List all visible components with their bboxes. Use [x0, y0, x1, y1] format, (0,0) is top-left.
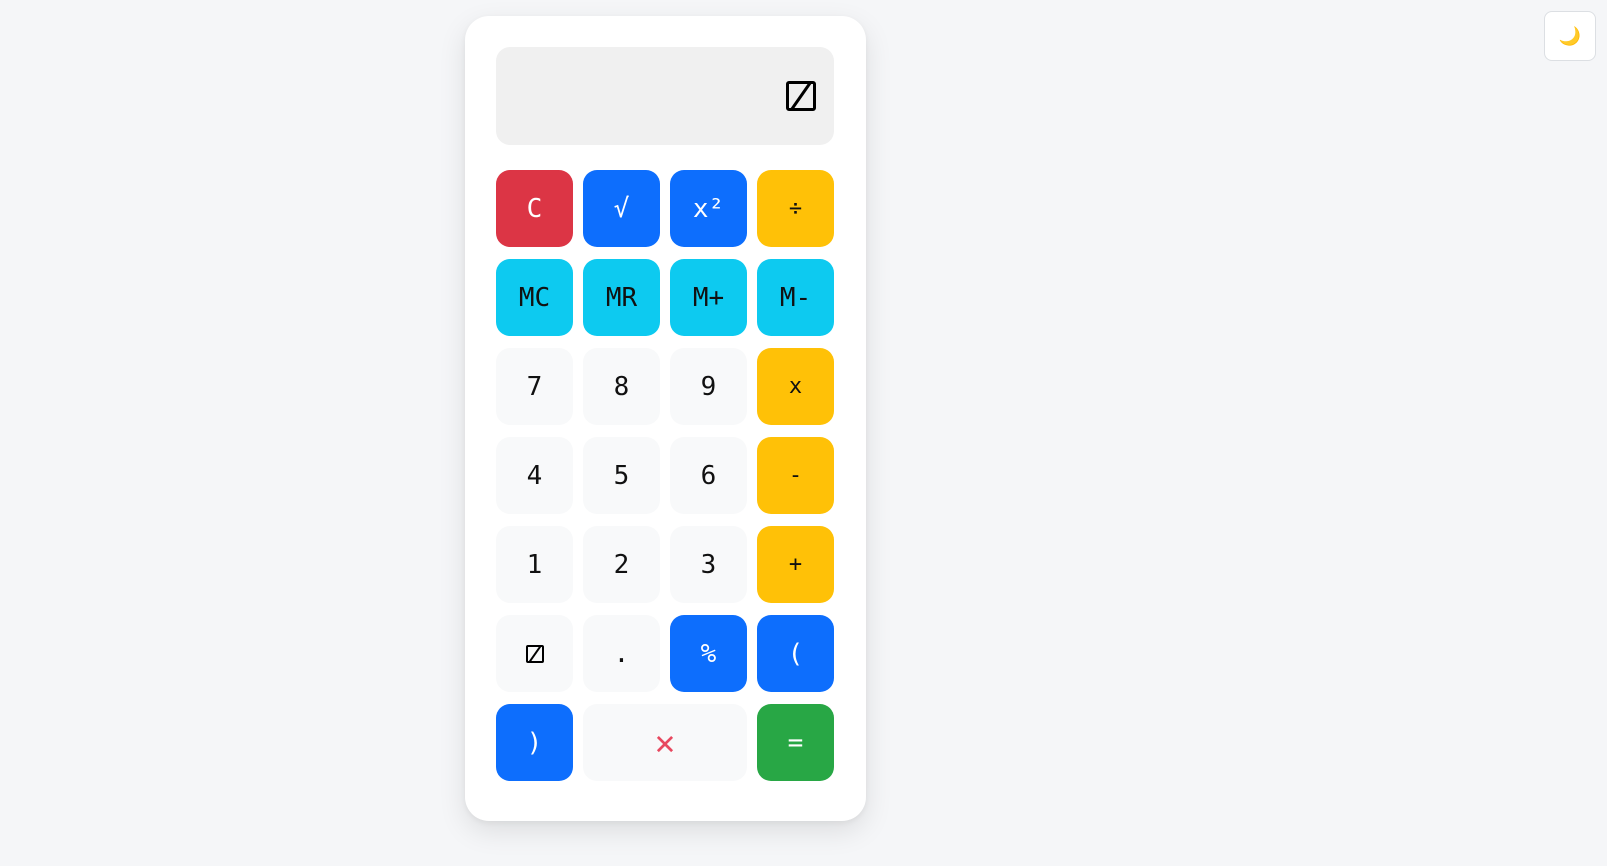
key-label: 9 [700, 371, 717, 402]
memory-clear-button[interactable]: MC [496, 259, 573, 336]
key-label: 3 [700, 549, 717, 580]
key-label: = [787, 727, 804, 758]
sqrt-button[interactable]: √ [583, 170, 660, 247]
key-label: 6 [700, 460, 717, 491]
key-label: + [788, 552, 803, 577]
digit-5-button[interactable]: 5 [583, 437, 660, 514]
memory-recall-button[interactable]: MR [583, 259, 660, 336]
open-paren-button[interactable]: ( [757, 615, 834, 692]
digit-8-button[interactable]: 8 [583, 348, 660, 425]
key-label: x [788, 374, 803, 399]
key-label: - [788, 463, 803, 488]
display-zero [786, 81, 816, 111]
memory-subtract-button[interactable]: M- [757, 259, 834, 336]
moon-icon: 🌙 [1558, 25, 1582, 47]
divide-button[interactable]: ÷ [757, 170, 834, 247]
close-paren-button[interactable]: ) [496, 704, 573, 781]
digit-2-button[interactable]: 2 [583, 526, 660, 603]
zero-glyph: 0 [525, 644, 544, 663]
key-label: M- [779, 282, 812, 313]
display [496, 47, 834, 145]
digit-9-button[interactable]: 9 [670, 348, 747, 425]
key-label: 2 [613, 549, 630, 580]
key-label: C [526, 193, 543, 224]
key-label: M+ [692, 282, 725, 313]
key-label: MR [605, 282, 638, 313]
percent-button[interactable]: % [670, 615, 747, 692]
key-label: 1 [526, 549, 543, 580]
subtract-button[interactable]: - [757, 437, 834, 514]
clear-button[interactable]: C [496, 170, 573, 247]
key-label: . [613, 638, 630, 669]
add-button[interactable]: + [757, 526, 834, 603]
multiply-button[interactable]: x [757, 348, 834, 425]
close-icon: ✕ [654, 722, 676, 763]
key-label: √ [613, 193, 630, 224]
key-label: 5 [613, 460, 630, 491]
decimal-button[interactable]: . [583, 615, 660, 692]
key-label: 4 [526, 460, 543, 491]
memory-add-button[interactable]: M+ [670, 259, 747, 336]
backspace-button[interactable]: ✕ [583, 704, 747, 781]
theme-toggle-button[interactable]: 🌙 [1544, 11, 1596, 61]
key-label: ÷ [788, 196, 803, 221]
square-button[interactable]: x² [670, 170, 747, 247]
digit-0-button[interactable]: 0 [496, 615, 573, 692]
key-label: x² [692, 193, 725, 224]
key-label: MC [518, 282, 551, 313]
calculator: C √ x² ÷ MC MR M+ M- 7 8 9 x 4 5 6 - 1 2 3 +0.% () ✕ = [465, 16, 866, 821]
digit-6-button[interactable]: 6 [670, 437, 747, 514]
key-label: 7 [526, 371, 543, 402]
key-label: 8 [613, 371, 630, 402]
digit-4-button[interactable]: 4 [496, 437, 573, 514]
key-label: % [700, 638, 717, 669]
key-label: ) [526, 727, 543, 758]
keypad: C √ x² ÷ MC MR M+ M- 7 8 9 x 4 5 6 - 1 2 3 +0.% () ✕ = [496, 170, 834, 781]
key-label: ( [787, 638, 804, 669]
equals-button[interactable]: = [757, 704, 834, 781]
digit-1-button[interactable]: 1 [496, 526, 573, 603]
digit-3-button[interactable]: 3 [670, 526, 747, 603]
digit-7-button[interactable]: 7 [496, 348, 573, 425]
